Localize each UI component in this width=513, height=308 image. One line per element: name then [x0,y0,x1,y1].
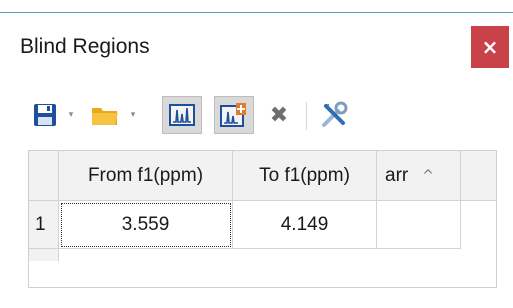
close-icon: × [481,35,499,59]
folder-dropdown-arrow[interactable]: ▾ [126,106,140,124]
cell-from[interactable]: 3.559 [59,201,233,249]
column-header-extra[interactable]: arr ^ [377,151,461,201]
row-header[interactable]: 1 [29,201,59,249]
delete-icon: ✖ [269,102,289,128]
header-filler [461,151,496,201]
folder-open-icon [92,108,118,125]
table-corner-header[interactable] [29,151,59,201]
row-index: 1 [35,213,46,235]
toolbar: ▾ ▾ ✖ [30,96,370,136]
chevron-down-icon: ▾ [68,110,74,120]
column-header-label: From f1(ppm) [87,164,204,186]
select-spectrum-button[interactable] [162,96,202,134]
panel-title: Blind Regions [20,35,150,58]
close-button[interactable]: × [471,26,509,68]
cell-value: 4.149 [280,213,329,235]
chevron-down-icon: ▾ [130,110,136,120]
tools-icon [322,101,348,127]
column-header-label: arr [385,164,409,186]
column-header-label: To f1(ppm) [259,164,350,186]
sort-ascending-icon: ^ [422,167,434,184]
save-icon [34,104,56,126]
panel-titlebar: Blind Regions [0,13,513,79]
save-dropdown-arrow[interactable]: ▾ [64,106,78,124]
add-region-button[interactable] [214,96,254,134]
open-folder-button[interactable] [88,96,122,134]
column-header-from[interactable]: From f1(ppm) [59,151,233,201]
spectrum-add-region-icon [220,103,246,127]
cell-to[interactable]: 4.149 [233,201,377,249]
row-header-empty [29,249,59,261]
save-button[interactable] [30,96,60,134]
tools-button[interactable] [314,96,354,134]
toolbar-separator [306,102,307,130]
delete-button[interactable]: ✖ [264,96,294,134]
cell-extra[interactable] [377,201,461,249]
spectrum-select-icon [169,104,195,126]
blind-regions-table: From f1(ppm) To f1(ppm) arr ^ 1 3.559 4.… [28,150,497,288]
column-header-to[interactable]: To f1(ppm) [233,151,377,201]
cell-value: 3.559 [121,213,170,235]
